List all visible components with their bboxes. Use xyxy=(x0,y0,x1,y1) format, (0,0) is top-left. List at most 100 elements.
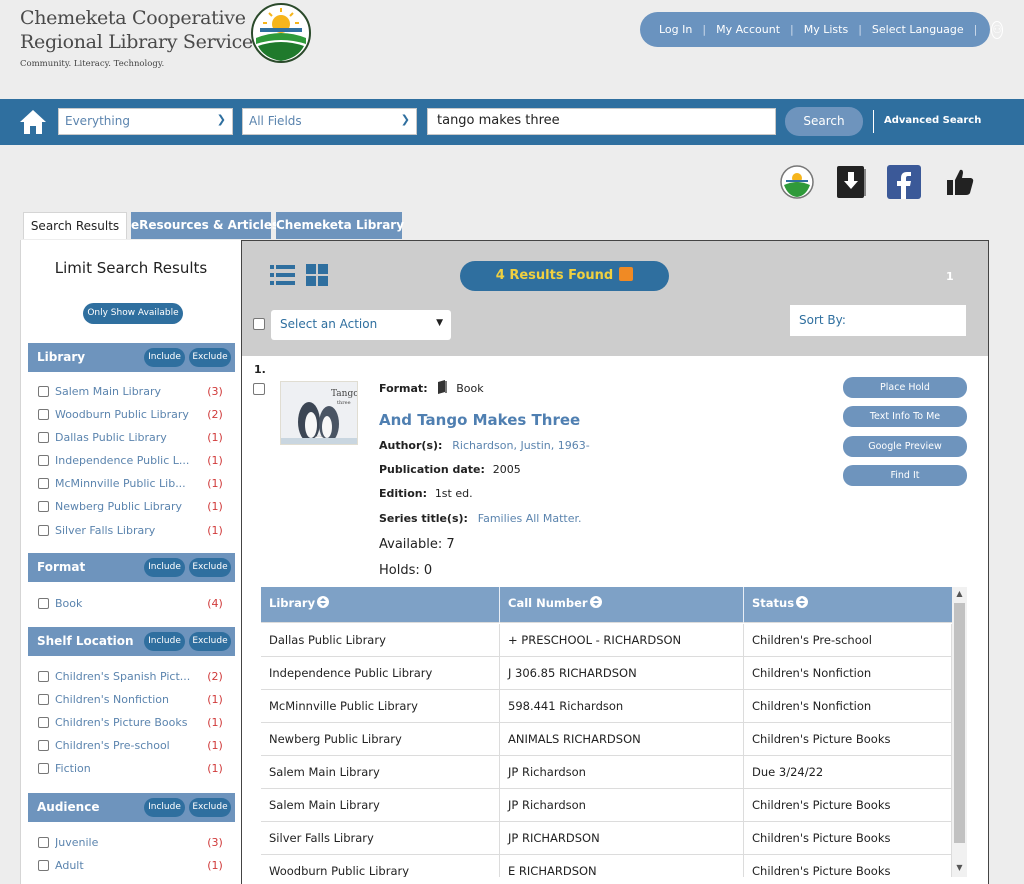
facet-checkbox[interactable] xyxy=(38,740,49,751)
facet-item[interactable]: Book (4) xyxy=(38,597,238,613)
facet-item[interactable]: Fiction (1) xyxy=(38,762,238,778)
thumbs-up-icon[interactable] xyxy=(943,165,977,199)
page-number[interactable]: 1 xyxy=(946,270,954,283)
include-button[interactable]: Include xyxy=(144,558,185,577)
tab-eresources[interactable]: eResources & Articles xyxy=(131,212,279,239)
login-link[interactable]: Log In xyxy=(659,23,692,36)
result-title[interactable]: And Tango Makes Three xyxy=(379,411,580,429)
grid-view-icon[interactable] xyxy=(306,264,329,286)
facet-item[interactable]: Silver Falls Library (1) xyxy=(38,524,238,540)
facet-item[interactable]: Children's Spanish Pict... (2) xyxy=(38,670,238,686)
book-cover[interactable]: Tango three xyxy=(280,381,358,445)
facet-item-label[interactable]: Dallas Public Library xyxy=(55,431,205,444)
facet-item-label[interactable]: Woodburn Public Library xyxy=(55,408,205,421)
sunrise-logo-icon[interactable] xyxy=(250,2,312,64)
column-header-call-number[interactable]: Call Number xyxy=(500,587,744,623)
facet-checkbox[interactable] xyxy=(38,455,49,466)
brand[interactable]: Chemeketa Cooperative Regional Library S… xyxy=(20,6,253,69)
facet-item-label[interactable]: Silver Falls Library xyxy=(55,524,205,537)
facet-item-label[interactable]: Children's Spanish Pict... xyxy=(55,670,205,683)
facet-checkbox[interactable] xyxy=(38,501,49,512)
search-button[interactable]: Search xyxy=(785,107,863,136)
accessibility-icon[interactable]: ⚇ xyxy=(991,20,1004,39)
facet-item[interactable]: Children's Picture Books (1) xyxy=(38,716,238,732)
search-scope-select[interactable]: Everything ❯ xyxy=(58,108,233,135)
facet-item-label[interactable]: Adult xyxy=(55,859,205,872)
facet-checkbox[interactable] xyxy=(38,432,49,443)
facet-item[interactable]: McMinnville Public Lib... (1) xyxy=(38,477,238,493)
search-input[interactable]: tango makes three xyxy=(427,108,776,135)
download-icon[interactable] xyxy=(834,165,868,199)
exclude-button[interactable]: Exclude xyxy=(189,798,231,817)
facet-item[interactable]: Salem Main Library (3) xyxy=(38,385,238,401)
exclude-button[interactable]: Exclude xyxy=(189,558,231,577)
facet-item[interactable]: Children's Pre-school (1) xyxy=(38,739,238,755)
scroll-thumb[interactable] xyxy=(954,603,965,843)
facet-item[interactable]: Newberg Public Library (1) xyxy=(38,500,238,516)
sunrise-share-icon[interactable] xyxy=(780,165,814,199)
list-view-icon[interactable] xyxy=(270,264,295,286)
exclude-button[interactable]: Exclude xyxy=(189,632,231,651)
search-field-select[interactable]: All Fields ❯ xyxy=(242,108,417,135)
facet-item[interactable]: Adult (1) xyxy=(38,859,238,875)
facet-checkbox[interactable] xyxy=(38,478,49,489)
facet-item[interactable]: Dallas Public Library (1) xyxy=(38,431,238,447)
facet-checkbox[interactable] xyxy=(38,409,49,420)
sort-icon[interactable] xyxy=(796,596,809,608)
facet-item-label[interactable]: Fiction xyxy=(55,762,205,775)
tab-chemeketa-library[interactable]: Chemeketa Library xyxy=(276,212,404,239)
place-hold-button[interactable]: Place Hold xyxy=(843,377,967,398)
my-account-link[interactable]: My Account xyxy=(716,23,780,36)
rss-icon[interactable] xyxy=(619,267,634,281)
home-icon[interactable] xyxy=(18,108,48,136)
my-lists-link[interactable]: My Lists xyxy=(804,23,848,36)
facet-checkbox[interactable] xyxy=(38,671,49,682)
facet-item[interactable]: Children's Nonfiction (1) xyxy=(38,693,238,709)
column-header-status[interactable]: Status xyxy=(744,587,952,623)
facet-checkbox[interactable] xyxy=(38,386,49,397)
exclude-button[interactable]: Exclude xyxy=(189,348,231,367)
include-button[interactable]: Include xyxy=(144,348,185,367)
only-show-available-button[interactable]: Only Show Available xyxy=(83,303,183,324)
facet-item-label[interactable]: Children's Picture Books xyxy=(55,716,205,729)
facet-checkbox[interactable] xyxy=(38,525,49,536)
include-button[interactable]: Include xyxy=(144,632,185,651)
find-it-button[interactable]: Find It xyxy=(843,465,967,486)
facet-item[interactable]: Woodburn Public Library (2) xyxy=(38,408,238,424)
author-link[interactable]: Richardson, Justin, 1963- xyxy=(452,439,589,452)
column-header-library[interactable]: Library xyxy=(261,587,500,623)
facet-item-label[interactable]: Juvenile xyxy=(55,836,205,849)
select-language-link[interactable]: Select Language xyxy=(872,23,964,36)
facet-checkbox[interactable] xyxy=(38,860,49,871)
advanced-search-link[interactable]: Advanced Search xyxy=(884,115,981,126)
facet-checkbox[interactable] xyxy=(38,598,49,609)
sort-by-select[interactable]: Sort By: xyxy=(790,305,966,336)
include-button[interactable]: Include xyxy=(144,798,185,817)
facet-item-label[interactable]: Newberg Public Library xyxy=(55,500,205,513)
scroll-up-icon[interactable]: ▲ xyxy=(952,587,967,601)
facet-item-label[interactable]: Independence Public L... xyxy=(55,454,205,467)
facet-item-label[interactable]: Children's Pre-school xyxy=(55,739,205,752)
text-info-button[interactable]: Text Info To Me xyxy=(843,406,967,427)
facet-item[interactable]: Independence Public L... (1) xyxy=(38,454,238,470)
facet-item[interactable]: Juvenile (3) xyxy=(38,836,238,852)
google-preview-button[interactable]: Google Preview xyxy=(843,436,967,457)
facet-checkbox[interactable] xyxy=(38,694,49,705)
facet-item-label[interactable]: Children's Nonfiction xyxy=(55,693,205,706)
facet-item-label[interactable]: McMinnville Public Lib... xyxy=(55,477,205,490)
action-select[interactable]: Select an Action ▼ xyxy=(271,310,451,340)
sort-icon[interactable] xyxy=(589,596,602,608)
series-link[interactable]: Families All Matter. xyxy=(478,512,582,525)
result-checkbox[interactable] xyxy=(253,383,265,395)
facet-item-label[interactable]: Book xyxy=(55,597,205,610)
select-all-checkbox[interactable] xyxy=(253,318,265,330)
tab-search-results[interactable]: Search Results xyxy=(23,212,127,239)
holdings-scrollbar[interactable]: ▲ ▼ xyxy=(952,587,967,877)
facet-checkbox[interactable] xyxy=(38,837,49,848)
facet-checkbox[interactable] xyxy=(38,717,49,728)
facet-item-label[interactable]: Salem Main Library xyxy=(55,385,205,398)
facet-checkbox[interactable] xyxy=(38,763,49,774)
facebook-icon[interactable] xyxy=(887,165,921,199)
sort-icon[interactable] xyxy=(317,596,330,608)
scroll-down-icon[interactable]: ▼ xyxy=(952,861,967,875)
